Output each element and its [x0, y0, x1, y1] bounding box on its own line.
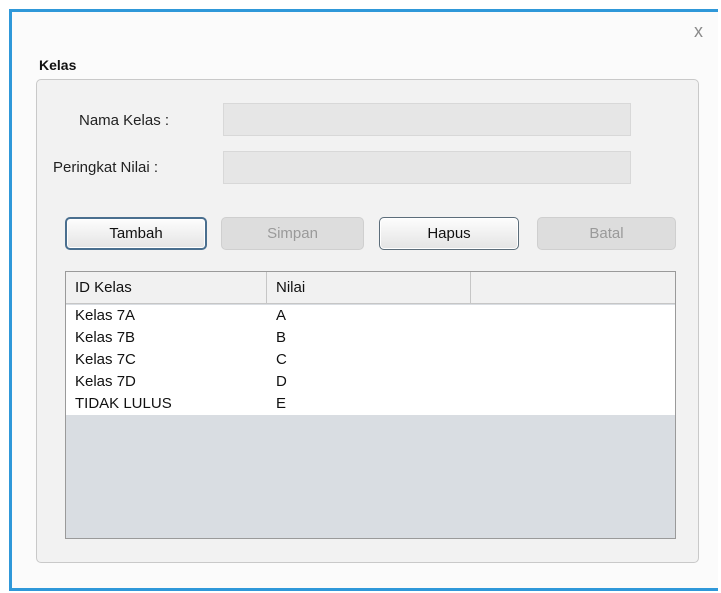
peringkat-nilai-label: Peringkat Nilai :: [53, 159, 159, 176]
cell-nilai: E: [276, 395, 287, 412]
cell-nilai: A: [276, 307, 287, 324]
kelas-table[interactable]: ID Kelas Nilai Kelas 7A A Kelas 7B B Kel…: [65, 271, 676, 539]
dialog-title: Kelas: [39, 57, 77, 73]
table-row[interactable]: Kelas 7A A: [66, 305, 675, 327]
peringkat-nilai-input[interactable]: [223, 151, 631, 184]
table-row[interactable]: Kelas 7C C: [66, 349, 675, 371]
nama-kelas-input[interactable]: [223, 103, 631, 136]
table-row[interactable]: Kelas 7B B: [66, 327, 675, 349]
hapus-button[interactable]: Hapus: [379, 217, 519, 250]
column-header-nilai[interactable]: Nilai: [267, 272, 471, 303]
cell-id-kelas: Kelas 7B: [75, 329, 136, 346]
cell-id-kelas: TIDAK LULUS: [75, 395, 172, 412]
table-row[interactable]: TIDAK LULUS E: [66, 393, 675, 415]
tambah-button[interactable]: Tambah: [65, 217, 207, 250]
cell-id-kelas: Kelas 7C: [75, 351, 136, 368]
cell-nilai: B: [276, 329, 287, 346]
table-header: ID Kelas Nilai: [66, 272, 675, 304]
cell-nilai: C: [276, 351, 287, 368]
column-header-id-kelas[interactable]: ID Kelas: [66, 272, 267, 303]
close-icon[interactable]: x: [694, 22, 703, 40]
cell-nilai: D: [276, 373, 287, 390]
table-row[interactable]: Kelas 7D D: [66, 371, 675, 393]
nama-kelas-label: Nama Kelas :: [79, 112, 170, 129]
cell-id-kelas: Kelas 7A: [75, 307, 136, 324]
column-header-empty[interactable]: [471, 272, 675, 303]
cell-id-kelas: Kelas 7D: [75, 373, 136, 390]
batal-button[interactable]: Batal: [537, 217, 676, 250]
simpan-button[interactable]: Simpan: [221, 217, 364, 250]
